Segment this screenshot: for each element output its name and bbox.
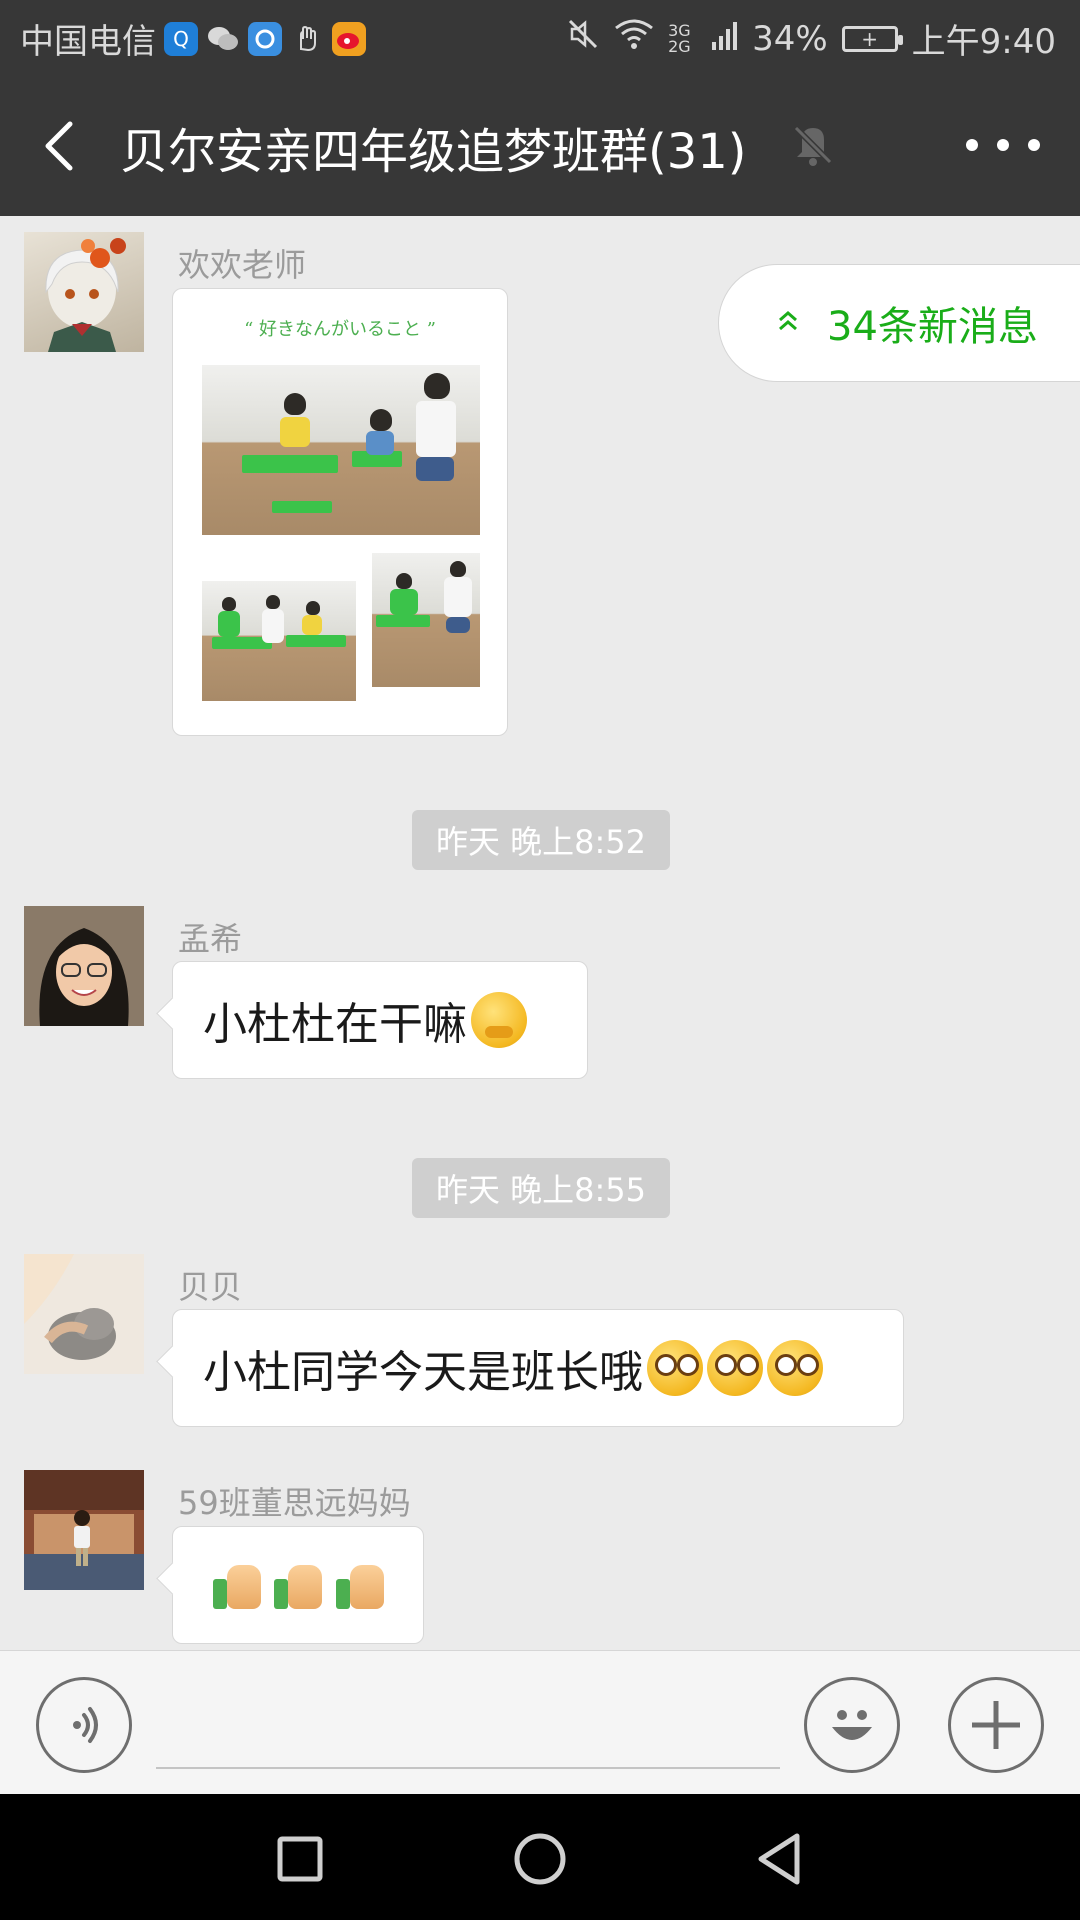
home-circle-icon xyxy=(514,1833,566,1885)
flushed-emoji-icon xyxy=(647,1340,703,1396)
kid xyxy=(450,561,466,577)
more-dot xyxy=(966,139,978,151)
battery-icon: + xyxy=(841,25,903,52)
thumbs-up-icon xyxy=(332,1557,387,1613)
recents-square-icon xyxy=(277,1836,323,1882)
avatar[interactable] xyxy=(24,1254,144,1374)
sender-name: 孟希 xyxy=(178,920,243,958)
status-bar: 中国电信 Q 3G 2G 34% + 上午9:40 xyxy=(0,0,1080,74)
hand-icon xyxy=(290,22,324,56)
avatar[interactable] xyxy=(24,232,144,352)
shirt xyxy=(280,417,310,447)
kid xyxy=(306,601,320,615)
nav-back-button[interactable] xyxy=(750,1833,810,1885)
thumbs-up-icon xyxy=(209,1557,264,1613)
flushed-emoji-icon xyxy=(767,1340,823,1396)
navigation-bar xyxy=(0,1794,1080,1920)
shirt xyxy=(218,611,240,637)
plus-icon xyxy=(972,1701,1020,1749)
bell-off-icon xyxy=(790,122,836,168)
kid xyxy=(266,595,280,609)
flushed-emoji-icon xyxy=(707,1340,763,1396)
timestamp: 昨天 晚上8:52 xyxy=(412,810,670,870)
status-right: 3G 2G 34% + 上午9:40 xyxy=(566,14,1056,63)
title-bar: 贝尔安亲四年级追梦班群(31) xyxy=(0,74,1080,216)
smiley-icon xyxy=(832,1710,872,1740)
chevron-left-icon xyxy=(45,121,73,171)
avatar[interactable] xyxy=(24,1470,144,1590)
thinking-emoji-icon xyxy=(471,992,527,1048)
message-bubble[interactable] xyxy=(172,1526,424,1644)
new-messages-label: 34条新消息 xyxy=(827,304,1038,350)
wifi-icon xyxy=(614,18,654,59)
shirt xyxy=(302,615,322,635)
voice-icon xyxy=(73,1707,98,1743)
photo xyxy=(202,365,480,535)
chat-title: 贝尔安亲四年级追梦班群(31) xyxy=(120,124,747,180)
image-caption: “ 好きなんがいること ” xyxy=(244,319,436,340)
weibo-icon xyxy=(332,21,366,56)
more-dot xyxy=(1028,139,1040,151)
sender-name: 59班董思远妈妈 xyxy=(178,1484,411,1522)
desk xyxy=(286,635,346,647)
message-bubble[interactable]: 小杜同学今天是班长哦 xyxy=(172,1309,904,1427)
desk xyxy=(242,455,338,473)
kid xyxy=(370,409,392,431)
kid xyxy=(284,393,306,415)
message-input[interactable] xyxy=(156,1767,780,1769)
double-chevron-up-icon xyxy=(775,305,801,341)
shirt xyxy=(444,577,472,617)
network-label: 3G 2G xyxy=(668,20,691,56)
image-message[interactable]: “ 好きなんがいること ” xyxy=(172,288,508,736)
back-triangle-icon xyxy=(758,1833,800,1885)
back-button[interactable] xyxy=(36,116,90,176)
avatar[interactable] xyxy=(24,906,144,1026)
shirt xyxy=(416,401,456,457)
sender-name: 贝贝 xyxy=(178,1268,243,1306)
carrier-label: 中国电信 xyxy=(20,22,156,62)
battery-percent: 34% xyxy=(752,18,828,59)
voice-button[interactable] xyxy=(36,1677,132,1773)
desk xyxy=(272,501,332,513)
wechat-icon xyxy=(206,22,240,56)
plus-button[interactable] xyxy=(948,1677,1044,1773)
message-text: 小杜同学今天是班长哦 xyxy=(203,1347,643,1398)
qq-browser-icon: Q xyxy=(164,21,198,56)
kid xyxy=(222,597,236,611)
desk xyxy=(376,615,430,627)
status-left: 中国电信 Q xyxy=(20,14,366,63)
shirt xyxy=(390,589,418,615)
timestamp: 昨天 晚上8:55 xyxy=(412,1158,670,1218)
thumbs-up-icon xyxy=(270,1557,325,1613)
photo xyxy=(202,581,356,701)
kid xyxy=(396,573,412,589)
sender-name: 欢欢老师 xyxy=(178,246,307,284)
shirt xyxy=(366,431,394,455)
more-dot xyxy=(997,139,1009,151)
signal-icon xyxy=(712,19,738,59)
clock: 上午9:40 xyxy=(911,22,1056,62)
chat-area[interactable]: 欢欢老师 “ 好きなんがいること ” 34条新消息 昨天 晚上8:52 孟希 小… xyxy=(0,216,1080,1650)
qq-icon xyxy=(248,21,282,56)
recents-button[interactable] xyxy=(270,1834,330,1884)
shorts xyxy=(446,617,470,633)
emoji-button[interactable] xyxy=(804,1677,900,1773)
message-bubble[interactable]: 小杜杜在干嘛 xyxy=(172,961,588,1079)
more-button[interactable] xyxy=(966,130,1040,160)
photo xyxy=(372,553,480,687)
input-bar xyxy=(0,1650,1080,1794)
new-messages-pill[interactable]: 34条新消息 xyxy=(718,264,1080,382)
message-text: 小杜杜在干嘛 xyxy=(203,999,467,1050)
kid xyxy=(424,373,450,399)
home-button[interactable] xyxy=(510,1833,570,1885)
shorts xyxy=(416,457,454,481)
shirt xyxy=(262,609,284,643)
mute-status-icon xyxy=(566,17,600,60)
